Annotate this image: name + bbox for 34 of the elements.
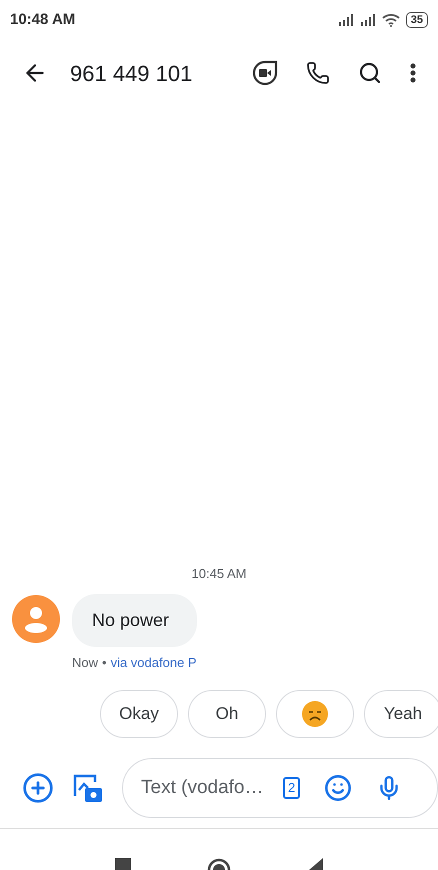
message-time: Now xyxy=(72,654,98,672)
message-bubble: No power xyxy=(72,594,197,646)
phone-button[interactable] xyxy=(306,61,330,85)
sim-info: via vodafone P xyxy=(110,654,197,672)
signal-icon xyxy=(338,14,354,26)
search-icon xyxy=(358,61,382,85)
wifi-icon xyxy=(382,13,400,27)
separator-dot: • xyxy=(102,654,107,672)
reply-chip[interactable]: Okay xyxy=(100,690,178,738)
avatar-icon xyxy=(12,594,60,642)
more-icon xyxy=(410,63,416,83)
contact-title: 961 449 101 xyxy=(70,60,194,88)
gallery-camera-button[interactable] xyxy=(72,772,104,804)
home-icon[interactable] xyxy=(207,858,231,870)
video-camera-icon xyxy=(252,60,278,86)
more-button[interactable] xyxy=(410,63,416,83)
add-icon xyxy=(22,772,54,804)
emoji-icon xyxy=(324,774,352,802)
phone-icon xyxy=(306,61,330,85)
signal-icon xyxy=(360,14,376,26)
sad-face-icon xyxy=(301,700,329,728)
battery-level: 35 xyxy=(406,12,428,28)
message-input[interactable]: Text (vodafo… 2 xyxy=(122,758,438,818)
conversation-timestamp: 10:45 AM xyxy=(192,565,246,583)
add-button[interactable] xyxy=(22,772,54,804)
status-time: 10:48 AM xyxy=(10,10,76,30)
video-call-button[interactable] xyxy=(252,60,278,86)
back-nav-icon[interactable] xyxy=(307,858,323,870)
search-button[interactable] xyxy=(358,61,382,85)
sim-badge[interactable]: 2 xyxy=(283,777,300,799)
emoji-button[interactable] xyxy=(324,774,352,802)
reply-chip[interactable]: Oh xyxy=(188,690,266,738)
gallery-camera-icon xyxy=(72,772,104,804)
reply-chip[interactable]: Yeah xyxy=(364,690,438,738)
